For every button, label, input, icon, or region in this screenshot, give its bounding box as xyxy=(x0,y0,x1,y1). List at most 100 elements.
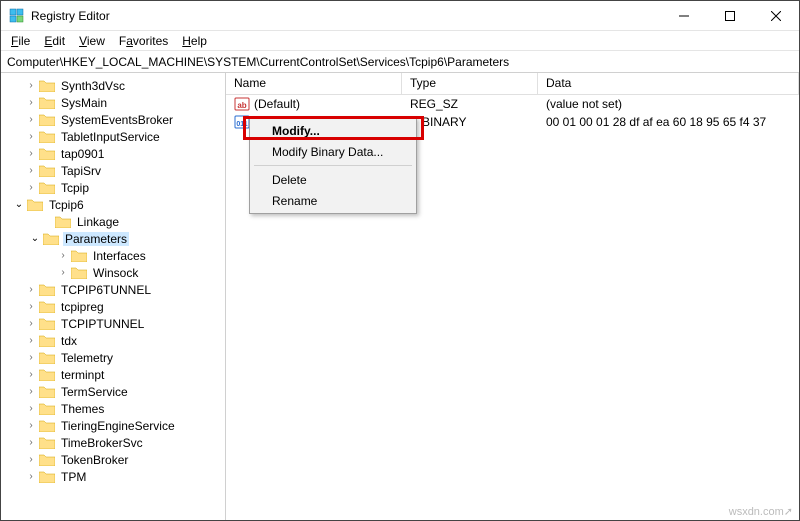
tree-item-synth3dvsc[interactable]: ›Synth3dVsc xyxy=(1,77,225,94)
folder-icon xyxy=(39,334,55,348)
chevron-right-icon[interactable]: › xyxy=(25,437,37,449)
svg-text:011: 011 xyxy=(236,121,247,128)
folder-icon xyxy=(39,96,55,110)
tree-item-timebrokersvc[interactable]: ›TimeBrokerSvc xyxy=(1,434,225,451)
tree-item-tpm[interactable]: ›TPM xyxy=(1,468,225,485)
context-delete[interactable]: Delete xyxy=(252,169,414,190)
maximize-button[interactable] xyxy=(707,1,753,31)
menu-favorites[interactable]: Favorites xyxy=(113,33,174,49)
tree-pane[interactable]: ›Synth3dVsc ›SysMain ›SystemEventsBroker… xyxy=(1,73,226,520)
app-icon xyxy=(9,8,25,24)
menu-help[interactable]: Help xyxy=(176,33,213,49)
chevron-right-icon[interactable]: › xyxy=(25,471,37,483)
value-type: REG_SZ xyxy=(402,97,538,111)
tree-item-sysmain[interactable]: ›SysMain xyxy=(1,94,225,111)
window-title: Registry Editor xyxy=(31,9,110,23)
chevron-right-icon[interactable]: › xyxy=(25,148,37,160)
folder-icon xyxy=(39,283,55,297)
tree-item-tcpip6[interactable]: ⌄Tcpip6 xyxy=(1,196,225,213)
binary-value-icon: 011 xyxy=(234,114,250,130)
chevron-right-icon[interactable]: › xyxy=(25,114,37,126)
chevron-right-icon[interactable]: › xyxy=(25,335,37,347)
tree-item-tieringengineservice[interactable]: ›TieringEngineService xyxy=(1,417,225,434)
context-modify[interactable]: Modify... xyxy=(252,120,414,141)
tree-item-tokenbroker[interactable]: ›TokenBroker xyxy=(1,451,225,468)
chevron-right-icon[interactable]: › xyxy=(25,369,37,381)
context-separator xyxy=(254,165,412,166)
list-header: Name Type Data xyxy=(226,73,799,95)
menu-edit[interactable]: Edit xyxy=(38,33,71,49)
chevron-right-icon[interactable]: › xyxy=(25,318,37,330)
tree-item-interfaces[interactable]: ›Interfaces xyxy=(1,247,225,264)
tree-item-tapisrv[interactable]: ›TapiSrv xyxy=(1,162,225,179)
minimize-icon xyxy=(679,11,689,21)
folder-icon xyxy=(39,164,55,178)
tree-item-tdx[interactable]: ›tdx xyxy=(1,332,225,349)
tree-item-tcpip[interactable]: ›Tcpip xyxy=(1,179,225,196)
menu-file[interactable]: File xyxy=(5,33,36,49)
minimize-button[interactable] xyxy=(661,1,707,31)
value-data: (value not set) xyxy=(538,97,799,111)
menu-bar: File Edit View Favorites Help xyxy=(1,31,799,51)
context-modify-binary[interactable]: Modify Binary Data... xyxy=(252,141,414,162)
folder-icon xyxy=(39,147,55,161)
tree-item-termservice[interactable]: ›TermService xyxy=(1,383,225,400)
column-type[interactable]: Type xyxy=(402,73,538,94)
folder-icon xyxy=(27,198,43,212)
address-bar[interactable]: Computer\HKEY_LOCAL_MACHINE\SYSTEM\Curre… xyxy=(1,51,799,73)
tree-item-telemetry[interactable]: ›Telemetry xyxy=(1,349,225,366)
chevron-right-icon[interactable]: › xyxy=(25,97,37,109)
tree-item-terminpt[interactable]: ›terminpt xyxy=(1,366,225,383)
folder-icon xyxy=(39,181,55,195)
chevron-right-icon[interactable]: › xyxy=(57,250,69,262)
folder-icon xyxy=(39,351,55,365)
tree-item-themes[interactable]: ›Themes xyxy=(1,400,225,417)
tree-item-winsock[interactable]: ›Winsock xyxy=(1,264,225,281)
chevron-right-icon[interactable]: › xyxy=(25,301,37,313)
folder-icon xyxy=(39,130,55,144)
folder-icon xyxy=(39,300,55,314)
folder-icon xyxy=(39,470,55,484)
chevron-right-icon[interactable]: › xyxy=(25,284,37,296)
chevron-right-icon[interactable]: › xyxy=(25,352,37,364)
folder-icon xyxy=(55,215,71,229)
chevron-right-icon[interactable]: › xyxy=(25,182,37,194)
folder-icon xyxy=(39,113,55,127)
tree-item-tcpip6tunnel[interactable]: ›TCPIP6TUNNEL xyxy=(1,281,225,298)
tree-item-tap0901[interactable]: ›tap0901 xyxy=(1,145,225,162)
tree-item-linkage[interactable]: Linkage xyxy=(1,213,225,230)
chevron-right-icon[interactable]: › xyxy=(25,165,37,177)
value-type: BINARY xyxy=(402,115,538,129)
column-data[interactable]: Data xyxy=(538,73,799,94)
folder-icon xyxy=(39,419,55,433)
tree-item-systemeventsbroker[interactable]: ›SystemEventsBroker xyxy=(1,111,225,128)
close-button[interactable] xyxy=(753,1,799,31)
value-name: (Default) xyxy=(254,97,300,111)
maximize-icon xyxy=(725,11,735,21)
chevron-right-icon[interactable]: › xyxy=(25,386,37,398)
close-icon xyxy=(771,11,781,21)
chevron-right-icon[interactable]: › xyxy=(57,267,69,279)
folder-icon xyxy=(39,317,55,331)
context-rename[interactable]: Rename xyxy=(252,190,414,211)
folder-icon xyxy=(39,453,55,467)
folder-icon xyxy=(39,385,55,399)
chevron-right-icon[interactable]: › xyxy=(25,131,37,143)
folder-icon xyxy=(39,402,55,416)
chevron-down-icon[interactable]: ⌄ xyxy=(13,199,25,211)
svg-text:ab: ab xyxy=(237,101,246,110)
tree-item-parameters[interactable]: ⌄Parameters xyxy=(1,230,225,247)
menu-view[interactable]: View xyxy=(73,33,111,49)
column-name[interactable]: Name xyxy=(226,73,402,94)
chevron-right-icon[interactable]: › xyxy=(25,420,37,432)
value-row-default[interactable]: ab (Default) REG_SZ (value not set) xyxy=(226,95,799,113)
tree-item-tcpiptunnel[interactable]: ›TCPIPTUNNEL xyxy=(1,315,225,332)
watermark: wsxdn.com➚ xyxy=(729,505,793,518)
chevron-right-icon[interactable]: › xyxy=(25,403,37,415)
chevron-right-icon[interactable]: › xyxy=(25,454,37,466)
tree-item-tcpipreg[interactable]: ›tcpipreg xyxy=(1,298,225,315)
folder-icon xyxy=(39,368,55,382)
chevron-right-icon[interactable]: › xyxy=(25,80,37,92)
tree-item-tabletinputservice[interactable]: ›TabletInputService xyxy=(1,128,225,145)
chevron-down-icon[interactable]: ⌄ xyxy=(29,233,41,245)
